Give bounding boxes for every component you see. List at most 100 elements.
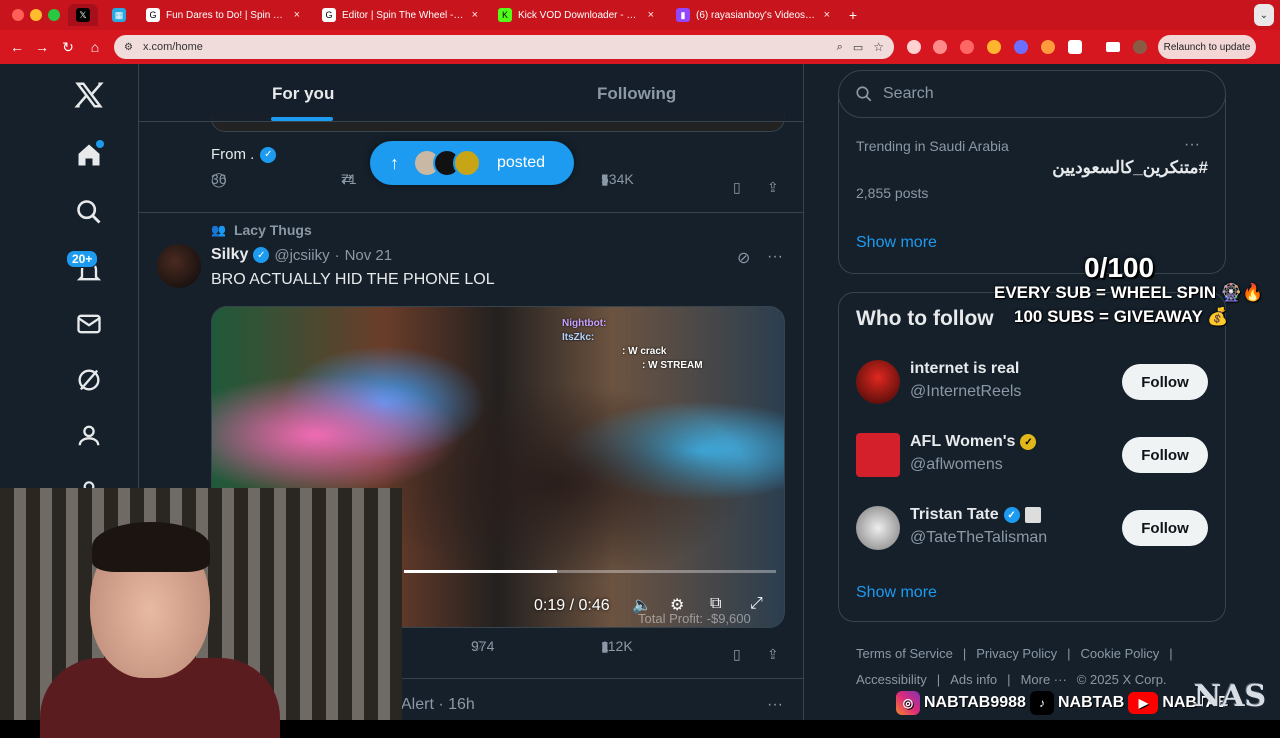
- follow-suggestion[interactable]: internet is real @InternetReels Follow: [856, 360, 1208, 410]
- avatar[interactable]: [856, 360, 900, 404]
- avatar[interactable]: [856, 433, 900, 477]
- back-icon[interactable]: ←: [8, 39, 26, 55]
- tab-editor-wheel[interactable]: G Editor | Spin The Wheel - Ran ×: [314, 4, 486, 26]
- arrow-up-icon: ↑: [390, 152, 399, 173]
- follow-button[interactable]: Follow: [1122, 364, 1208, 400]
- tab-search-button[interactable]: ⌄: [1254, 4, 1274, 26]
- reading-list-icon[interactable]: [1106, 42, 1120, 52]
- forward-icon[interactable]: →: [33, 39, 51, 55]
- zoom-icon[interactable]: ⌕: [837, 41, 843, 54]
- trend-hashtag[interactable]: #متنكرين_كالسعوديين: [1052, 158, 1208, 178]
- extension-icon[interactable]: [933, 40, 947, 54]
- site-info-icon[interactable]: ⚙: [124, 42, 133, 53]
- stream-chat-overlay: Nightbot: ItsZkc: : W crack : W STREAM: [562, 318, 703, 371]
- tab-for-you[interactable]: For you: [272, 84, 334, 104]
- grok-explain-icon[interactable]: ⊘: [737, 248, 750, 268]
- profile-avatar[interactable]: [1133, 40, 1147, 54]
- twitch-icon: ▮: [676, 8, 690, 22]
- close-tab-icon[interactable]: ×: [648, 9, 654, 21]
- messages-icon[interactable]: [72, 307, 106, 341]
- close-tab-icon[interactable]: ×: [294, 9, 300, 21]
- gold-verified-icon: ✓: [1020, 434, 1037, 450]
- author-handle[interactable]: @jcsiiky: [274, 247, 329, 264]
- accessibility-link[interactable]: Accessibility: [856, 672, 927, 687]
- x-icon: 𝕏: [76, 8, 90, 22]
- browser-tab-strip: 𝕏 ▦ G Fun Dares to Do! | Spin The W × G …: [0, 0, 1280, 30]
- bookmark-icon[interactable]: ▯: [733, 179, 741, 196]
- extension-icon[interactable]: [960, 40, 974, 54]
- bookmark-icon[interactable]: ▯: [733, 646, 741, 663]
- extension-icon[interactable]: [1041, 40, 1055, 54]
- reload-icon[interactable]: ↻: [59, 39, 77, 56]
- more-icon[interactable]: ···: [1184, 136, 1200, 154]
- poster-avatars: [413, 149, 481, 177]
- relaunch-button[interactable]: Relaunch to update: [1158, 35, 1256, 59]
- post-text: BRO ACTUALLY HID THE PHONE LOL: [211, 271, 495, 288]
- streamer-logo: NAS: [1193, 679, 1267, 714]
- instagram-icon: ◎: [896, 691, 920, 715]
- tab-x[interactable]: 𝕏: [68, 4, 98, 26]
- more-icon[interactable]: ···: [767, 696, 783, 714]
- privacy-link[interactable]: Privacy Policy: [976, 646, 1057, 661]
- post-date[interactable]: Nov 21: [345, 247, 393, 264]
- tab-following[interactable]: Following: [597, 84, 676, 104]
- google-icon: G: [322, 8, 336, 22]
- post-header: Silky ✓ @jcsiiky · Nov 21: [211, 246, 393, 264]
- active-tab-indicator: [271, 117, 333, 121]
- share-icon[interactable]: ⇪: [767, 646, 779, 663]
- close-tab-icon[interactable]: ×: [824, 9, 830, 21]
- grid-icon: ▦: [112, 8, 126, 22]
- trend-location: Trending in Saudi Arabia: [856, 138, 1009, 154]
- more-link[interactable]: More ···: [1021, 672, 1067, 687]
- close-tab-icon[interactable]: ×: [472, 9, 478, 21]
- tab-grid[interactable]: ▦: [104, 4, 134, 26]
- communities-icon[interactable]: [72, 419, 106, 453]
- tab-twitch-videos[interactable]: ▮ (6) rayasianboy's Videos - Tw ×: [668, 4, 838, 26]
- explore-search-icon[interactable]: [72, 195, 106, 229]
- extension-icon[interactable]: [987, 40, 1001, 54]
- new-tab-button[interactable]: +: [842, 4, 864, 26]
- extension-icon[interactable]: [907, 40, 921, 54]
- show-more-trends-link[interactable]: Show more: [856, 234, 937, 252]
- fullscreen-icon[interactable]: ⤢: [750, 595, 763, 613]
- show-more-follow-link[interactable]: Show more: [856, 584, 937, 602]
- tab-kick-vod[interactable]: K Kick VOD Downloader - Strea ×: [490, 4, 662, 26]
- reposted-by[interactable]: 👥 Lacy Thugs: [211, 222, 312, 238]
- follow-suggestion[interactable]: AFL Women's ✓ @aflwomens Follow: [856, 433, 1208, 483]
- puzzle-icon[interactable]: [1068, 40, 1082, 54]
- maximize-window-button[interactable]: [48, 9, 60, 21]
- tab-fun-dares[interactable]: G Fun Dares to Do! | Spin The W ×: [138, 4, 308, 26]
- notifications-badge: 20+: [66, 250, 99, 268]
- new-posts-pill[interactable]: ↑ posted: [370, 141, 574, 185]
- more-icon[interactable]: ···: [767, 248, 783, 266]
- search-input[interactable]: Search: [838, 70, 1226, 118]
- bookmark-star-icon[interactable]: ☆: [873, 40, 884, 54]
- stream-socials: ◎ NABTAB9988 ♪ NABTAB ▶ NABTAB: [896, 688, 1229, 718]
- verified-badge-icon: ✓: [260, 146, 277, 163]
- footer-links: Terms of Service | Privacy Policy | Cookie…: [856, 646, 1173, 661]
- follow-suggestion[interactable]: Tristan Tate ✓ @TateTheTalisman Follow: [856, 506, 1208, 556]
- avatar: [453, 149, 481, 177]
- grok-icon[interactable]: [72, 363, 106, 397]
- posted-label: posted: [497, 154, 546, 171]
- home-icon[interactable]: ⌂: [86, 39, 104, 55]
- ads-info-link[interactable]: Ads info: [950, 672, 997, 687]
- home-nav-icon[interactable]: [72, 138, 106, 172]
- cast-icon[interactable]: ▭: [853, 41, 863, 54]
- share-icon[interactable]: ⇪: [767, 179, 779, 196]
- avatar[interactable]: [856, 506, 900, 550]
- who-to-follow-title: Who to follow: [856, 307, 994, 330]
- follow-button[interactable]: Follow: [1122, 510, 1208, 546]
- address-bar[interactable]: ⚙ x.com/home ⌕ ▭ ☆: [114, 35, 894, 59]
- extension-icon[interactable]: [1014, 40, 1028, 54]
- author-name[interactable]: Silky: [211, 246, 248, 264]
- terms-link[interactable]: Terms of Service: [856, 646, 953, 661]
- follow-button[interactable]: Follow: [1122, 437, 1208, 473]
- cookie-link[interactable]: Cookie Policy: [1081, 646, 1160, 661]
- feed-tabs: For you Following: [139, 64, 803, 122]
- post-author-avatar[interactable]: [157, 244, 201, 288]
- close-window-button[interactable]: [12, 9, 24, 21]
- minimize-window-button[interactable]: [30, 9, 42, 21]
- x-logo-icon[interactable]: [72, 78, 106, 112]
- video-progress-bar[interactable]: [404, 570, 776, 573]
